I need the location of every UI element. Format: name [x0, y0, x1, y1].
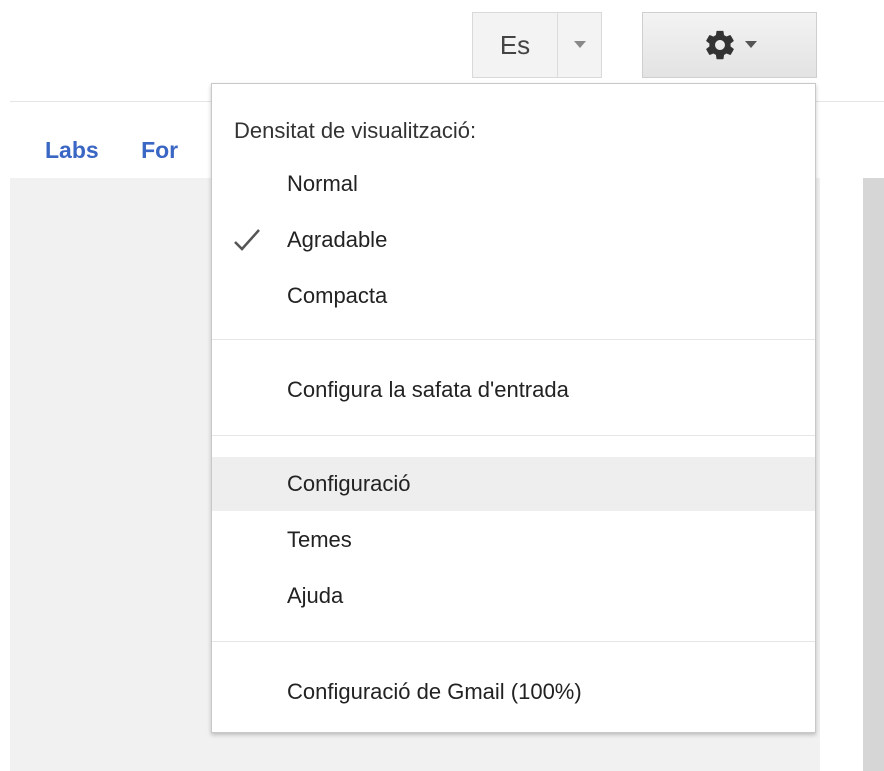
menu-separator — [212, 641, 815, 642]
configure-inbox-item[interactable]: Configura la safata d'entrada — [212, 363, 815, 417]
density-compacta[interactable]: Compacta — [212, 269, 815, 323]
density-compacta-label: Compacta — [287, 283, 388, 308]
settings-label: Configuració — [287, 471, 411, 496]
themes-label: Temes — [287, 527, 352, 552]
check-icon — [234, 229, 260, 251]
settings-dropdown-menu: Densitat de visualització: Normal Agrada… — [211, 83, 816, 733]
right-scrollbar[interactable] — [863, 178, 884, 771]
settings-item[interactable]: Configuració — [212, 457, 815, 511]
menu-separator — [212, 435, 815, 436]
themes-item[interactable]: Temes — [212, 513, 815, 567]
language-label: Es — [499, 29, 531, 60]
density-agradable[interactable]: Agradable — [212, 213, 815, 267]
gear-icon — [705, 30, 734, 60]
density-normal[interactable]: Normal — [212, 157, 815, 211]
density-normal-label: Normal — [287, 171, 358, 196]
help-label: Ajuda — [287, 583, 344, 608]
help-item[interactable]: Ajuda — [212, 569, 815, 623]
chevron-down-icon — [744, 41, 757, 48]
gmail-config-item[interactable]: Configuració de Gmail (100%) — [212, 665, 815, 719]
chevron-down-icon — [573, 41, 586, 48]
configure-inbox-label: Configura la safata d'entrada — [287, 377, 569, 402]
chevron-down-icon[interactable] — [557, 13, 601, 77]
labs-link[interactable]: Labs — [45, 137, 99, 163]
nav-links: Labs For — [45, 137, 214, 164]
menu-separator — [212, 339, 815, 340]
gmail-config-label: Configuració de Gmail (100%) — [287, 679, 582, 704]
forwarding-link[interactable]: For — [141, 137, 178, 163]
density-header: Densitat de visualització: — [234, 118, 477, 143]
settings-button[interactable] — [642, 12, 817, 78]
language-selector[interactable]: Es — [472, 12, 602, 78]
density-agradable-label: Agradable — [287, 227, 388, 252]
